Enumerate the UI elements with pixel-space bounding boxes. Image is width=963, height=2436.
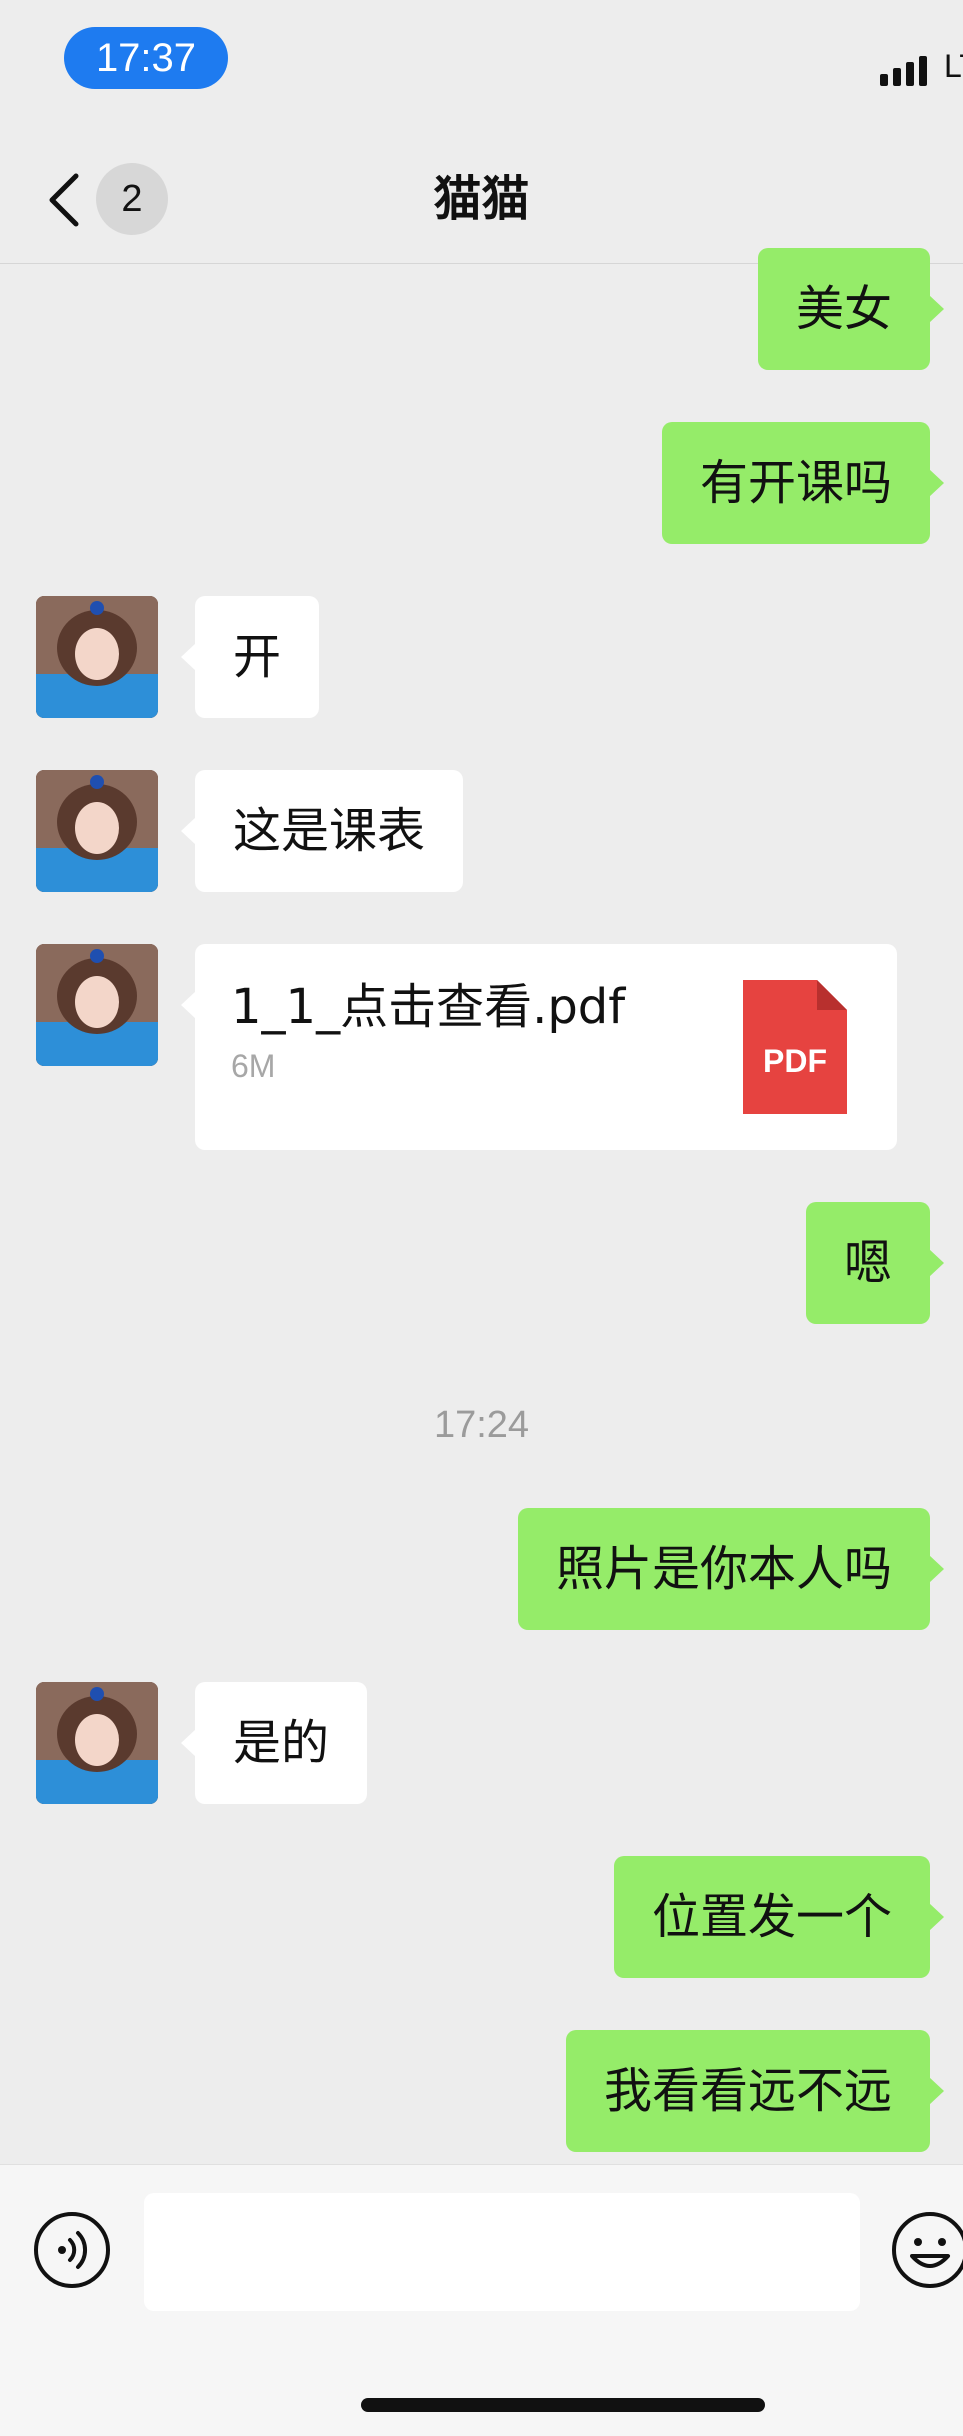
contact-avatar[interactable] [36,596,158,718]
contact-avatar[interactable] [36,770,158,892]
status-time: 17:37 [64,27,228,89]
message-bubble-incoming[interactable]: 开 [180,596,320,718]
message-bubble-outgoing[interactable]: 照片是你本人吗 [517,1508,945,1630]
contact-avatar[interactable] [36,1682,158,1804]
chat-timestamp: 17:24 [433,1404,530,1446]
home-indicator[interactable] [361,2398,765,2412]
message-bubble-incoming[interactable]: 是的 [180,1682,368,1804]
contact-avatar[interactable] [36,944,158,1066]
pdf-badge-text: PDF [763,1043,827,1079]
message-bubble-outgoing[interactable]: 我看看远不远 [565,2030,945,2152]
voice-icon[interactable] [32,2210,112,2290]
file-size: 6M [231,1048,276,1084]
message-bubble-outgoing[interactable]: 有开课吗 [661,422,945,544]
file-name: 1_1_点击查看.pdf [231,979,626,1035]
chat-screen: 17:37 LT 2 猫猫 美女 有开课吗 开 这是课表 [0,0,963,2436]
file-message-card[interactable]: 1_1_点击查看.pdf 6M PDF [181,944,897,1150]
message-bubble-outgoing[interactable]: 嗯 [805,1202,945,1324]
chat-title: 猫猫 [433,171,530,227]
message-bubble-incoming[interactable]: 这是课表 [180,770,464,892]
message-input[interactable] [144,2193,860,2311]
network-type: LT [944,48,963,84]
signal-icon [880,56,940,86]
message-bubble-outgoing[interactable]: 位置发一个 [613,1856,945,1978]
pdf-file-icon: PDF [743,980,847,1114]
message-bubble-outgoing[interactable]: 美女 [757,248,945,370]
emoji-icon[interactable] [890,2210,963,2290]
